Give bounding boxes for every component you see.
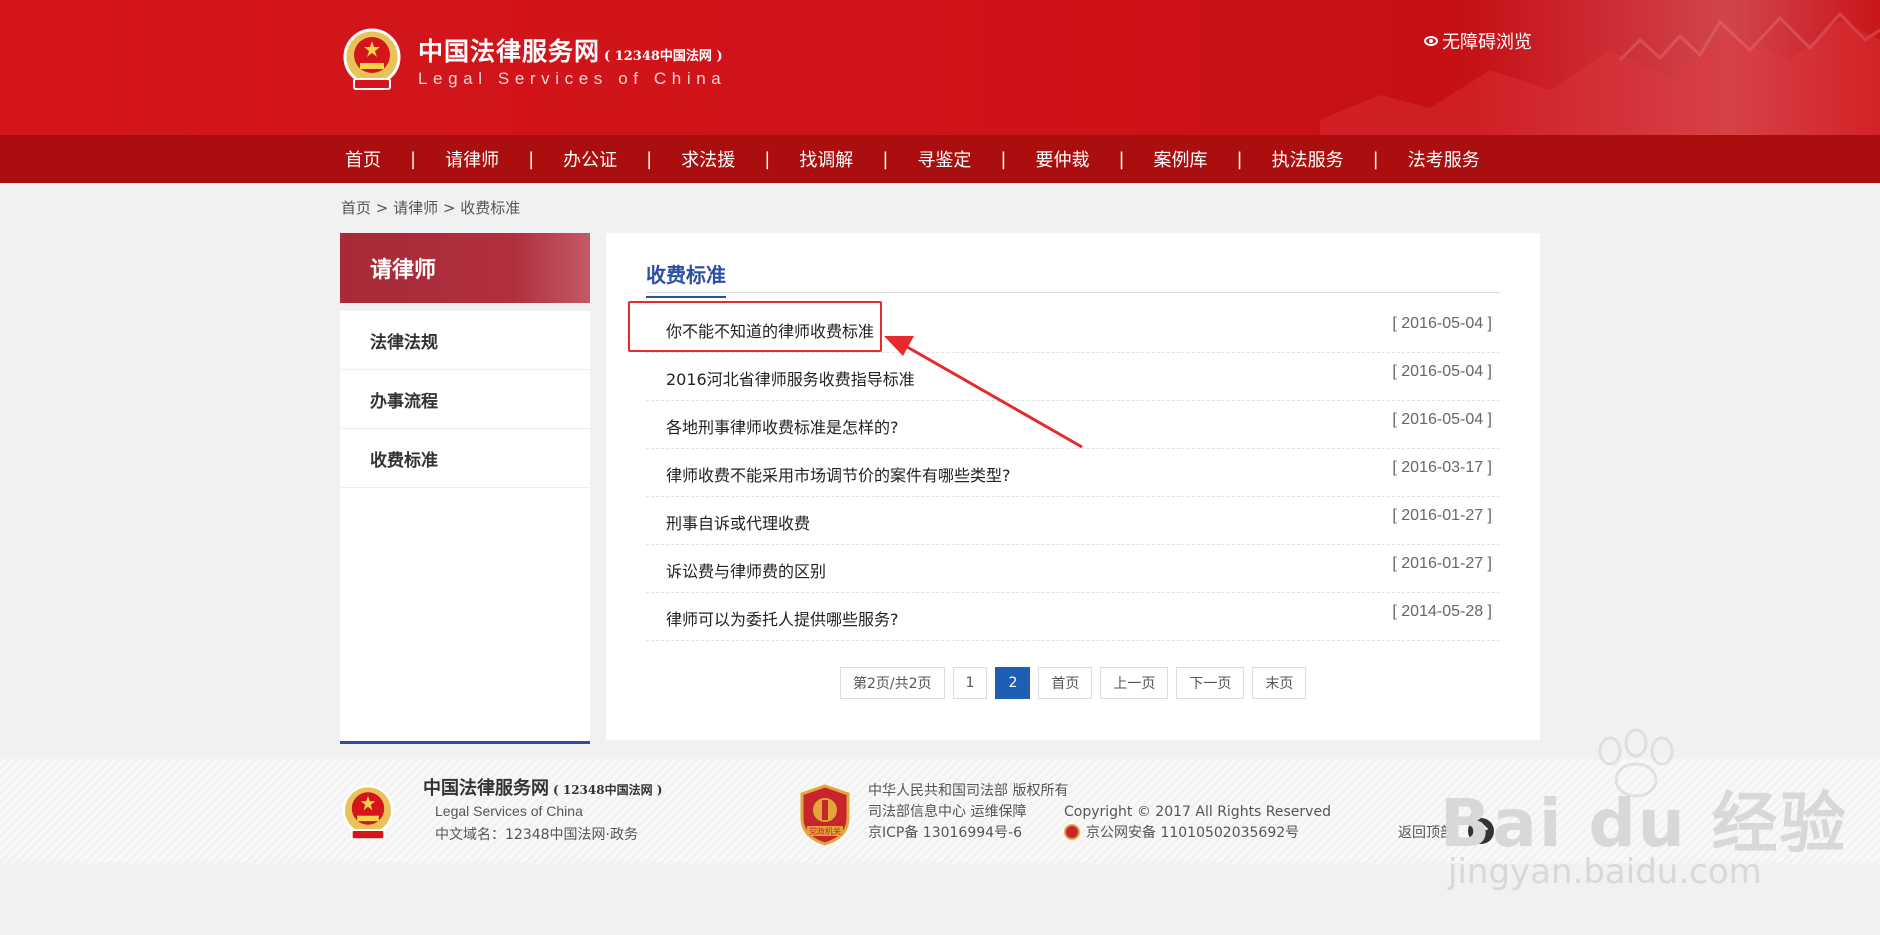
- nav-separator: |: [410, 148, 417, 170]
- article-title[interactable]: 2016河北省律师服务收费指导标准: [666, 366, 915, 390]
- national-emblem-logo[interactable]: [342, 27, 402, 93]
- nav-item-cases[interactable]: 案例库: [1154, 146, 1208, 172]
- article-date: [ 2016-03-17 ]: [1392, 459, 1492, 476]
- nav-separator: |: [646, 148, 653, 170]
- prev-page-button[interactable]: 上一页: [1100, 667, 1169, 699]
- list-item[interactable]: 2016河北省律师服务收费指导标准 [ 2016-05-04 ]: [646, 353, 1500, 401]
- page-2-button[interactable]: 2: [995, 667, 1031, 699]
- nav-item-bar-exam[interactable]: 法考服务: [1408, 146, 1480, 172]
- nav-item-appraisal[interactable]: 寻鉴定: [917, 146, 971, 172]
- list-item[interactable]: 刑事自诉或代理收费 [ 2016-01-27 ]: [646, 497, 1500, 545]
- first-page-button[interactable]: 首页: [1038, 667, 1093, 699]
- article-title[interactable]: 律师收费不能采用市场调节价的案件有哪些类型?: [666, 462, 1011, 486]
- accessibility-link[interactable]: 无障碍浏览: [1424, 28, 1532, 54]
- eye-icon: [1424, 36, 1438, 46]
- accessibility-label: 无障碍浏览: [1442, 32, 1532, 53]
- nav-separator: |: [764, 148, 771, 170]
- nav-separator: |: [882, 148, 889, 170]
- nav-item-lawyer[interactable]: 请律师: [445, 146, 499, 172]
- list-item[interactable]: 律师可以为委托人提供哪些服务? [ 2014-05-28 ]: [646, 593, 1500, 641]
- footer-police-text: 京公网安备 11010502035692号: [1086, 825, 1300, 841]
- nav-separator: |: [528, 148, 535, 170]
- watermark-url: jingyan.baidu.com: [1448, 852, 1762, 892]
- sidebar-item-process[interactable]: 办事流程: [340, 370, 590, 429]
- last-page-button[interactable]: 末页: [1252, 667, 1307, 699]
- sidebar-item-fees[interactable]: 收费标准: [340, 429, 590, 488]
- footer-info-right: Copyright © 2017 All Rights Reserved 京公网…: [1064, 802, 1331, 844]
- footer-copyright-owner: 中华人民共和国司法部 版权所有: [868, 783, 1069, 799]
- site-header: 中国法律服务网( 12348中国法网 ) Legal Services of C…: [0, 0, 1880, 135]
- nav-item-enforcement[interactable]: 执法服务: [1272, 146, 1344, 172]
- nav-separator: |: [1372, 148, 1379, 170]
- page-info: 第2页/共2页: [840, 667, 945, 699]
- article-date: [ 2016-05-04 ]: [1392, 315, 1492, 332]
- article-title[interactable]: 刑事自诉或代理收费: [666, 510, 810, 534]
- article-title[interactable]: 律师可以为委托人提供哪些服务?: [666, 606, 899, 630]
- list-item[interactable]: 诉讼费与律师费的区别 [ 2016-01-27 ]: [646, 545, 1500, 593]
- article-date: [ 2016-01-27 ]: [1392, 507, 1492, 524]
- government-agency-badge-icon[interactable]: 党政机关: [798, 784, 852, 846]
- footer-emblem-logo: [342, 784, 394, 840]
- article-date: [ 2016-01-27 ]: [1392, 555, 1492, 572]
- title-divider: [646, 292, 1500, 293]
- footer-icp[interactable]: 京ICP备 13016994号-6: [868, 823, 1068, 844]
- article-date: [ 2016-05-04 ]: [1392, 411, 1492, 428]
- article-list: 你不能不知道的律师收费标准 [ 2016-05-04 ] 2016河北省律师服务…: [646, 305, 1500, 641]
- footer-title-suffix: ( 12348中国法网 ): [553, 783, 663, 797]
- sidebar-heading: 请律师: [340, 233, 590, 311]
- nav-separator: |: [1118, 148, 1125, 170]
- site-subtitle: Legal Services of China: [418, 69, 727, 88]
- main-nav: 首页 | 请律师 | 办公证 | 求法援 | 找调解 | 寻鉴定 | 要仲裁 |…: [0, 135, 1880, 183]
- footer-domain: 中文域名：12348中国法网·政务: [435, 827, 638, 843]
- nav-item-mediation[interactable]: 找调解: [799, 146, 853, 172]
- footer-police-record[interactable]: 京公网安备 11010502035692号: [1064, 823, 1331, 844]
- list-item[interactable]: 各地刑事律师收费标准是怎样的? [ 2016-05-04 ]: [646, 401, 1500, 449]
- badge-text: 党政机关: [809, 826, 841, 836]
- sidebar-item-laws[interactable]: 法律法规: [340, 311, 590, 370]
- nav-item-home[interactable]: 首页: [345, 146, 381, 172]
- sidebar: 请律师 法律法规 办事流程 收费标准: [340, 233, 590, 744]
- article-title[interactable]: 各地刑事律师收费标准是怎样的?: [666, 414, 899, 438]
- breadcrumb[interactable]: 首页 > 请律师 > 收费标准: [341, 197, 520, 218]
- nav-separator: |: [1236, 148, 1243, 170]
- next-page-button[interactable]: 下一页: [1176, 667, 1245, 699]
- article-title[interactable]: 诉讼费与律师费的区别: [666, 558, 826, 582]
- site-title[interactable]: 中国法律服务网( 12348中国法网 ): [418, 32, 723, 68]
- list-item[interactable]: 律师收费不能采用市场调节价的案件有哪些类型? [ 2016-03-17 ]: [646, 449, 1500, 497]
- nav-item-arbitration[interactable]: 要仲裁: [1035, 146, 1089, 172]
- great-wall-decoration: [1320, 11, 1880, 135]
- footer-support: 司法部信息中心 运维保障: [868, 804, 1027, 820]
- police-badge-icon: [1064, 824, 1080, 840]
- article-date: [ 2016-05-04 ]: [1392, 363, 1492, 380]
- footer-title: 中国法律服务网( 12348中国法网 ): [423, 778, 663, 799]
- highlight-annotation-box: [628, 301, 882, 352]
- pagination: 第2页/共2页 1 2 首页 上一页 下一页 末页: [840, 667, 1307, 699]
- nav-item-notary[interactable]: 办公证: [563, 146, 617, 172]
- nav-separator: |: [1000, 148, 1007, 170]
- page-1-button[interactable]: 1: [952, 667, 988, 699]
- footer-info-left: 中华人民共和国司法部 版权所有 司法部信息中心 运维保障 京ICP备 13016…: [868, 781, 1068, 844]
- footer-subtitle: Legal Services of China: [435, 803, 583, 819]
- footer-rights: Copyright © 2017 All Rights Reserved: [1064, 804, 1331, 820]
- article-date: [ 2014-05-28 ]: [1392, 603, 1492, 620]
- nav-item-legal-aid[interactable]: 求法援: [681, 146, 735, 172]
- site-title-suffix: ( 12348中国法网 ): [604, 49, 723, 64]
